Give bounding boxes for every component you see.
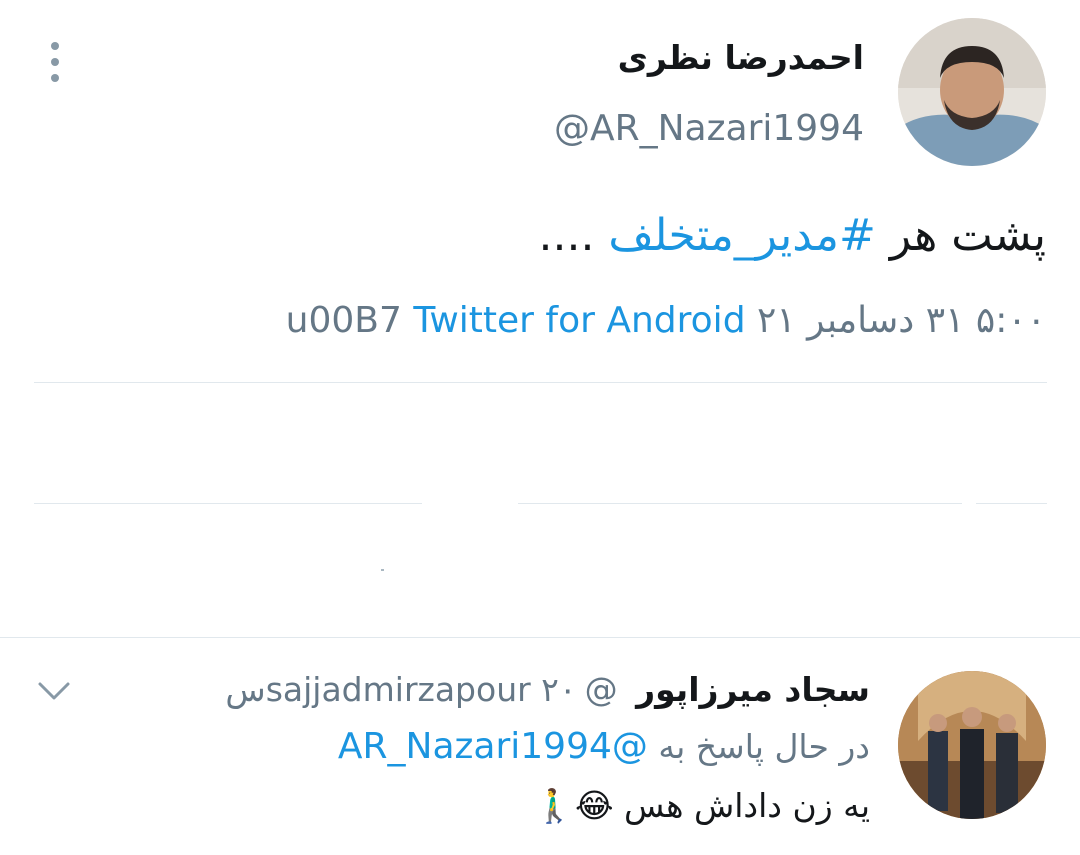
avatar-image (898, 671, 1046, 819)
tweet-meta: ۵:۰۰ ۳۱ دسامبر ۲۱ u00B7 Twitter for Andr… (286, 300, 1046, 341)
more-vertical-icon (51, 42, 59, 50)
dot-mark (381, 569, 384, 571)
tweet-text-suffix: .... (538, 210, 609, 261)
more-options-button[interactable] (40, 40, 70, 84)
replying-to-line: در حال پاسخ به @AR_Nazari1994 (338, 726, 870, 767)
reply-author-name[interactable]: سجاد میرزاپور (636, 670, 870, 709)
author-name[interactable]: احمدرضا نظری (618, 38, 864, 77)
reply-text: یه زن داداش هس 😂🚶‍♂️ (533, 786, 870, 825)
divider (34, 503, 422, 504)
author-avatar[interactable] (898, 18, 1046, 166)
replying-to-mention[interactable]: @AR_Nazari1994 (338, 726, 648, 767)
meta-separator: u00B7 (285, 300, 402, 341)
tweet-text-prefix: پشت هر (875, 210, 1046, 261)
reply-header: سجاد میرزاپور @sajjadmirzapour ۲۰س (225, 670, 870, 709)
chevron-down-icon[interactable] (36, 676, 72, 706)
reply-avatar[interactable] (898, 671, 1046, 819)
replying-to-label: در حال پاسخ به (658, 727, 870, 766)
hashtag-link[interactable]: #مدیر_متخلف (608, 210, 875, 261)
author-handle[interactable]: @AR_Nazari1994 (554, 108, 864, 149)
divider (34, 382, 1047, 383)
divider (518, 503, 962, 504)
divider (976, 503, 1047, 504)
tweet-source-link[interactable]: Twitter for Android (413, 300, 745, 341)
tweet-text: پشت هر #مدیر_متخلف .... (538, 210, 1046, 261)
avatar-image (898, 18, 1046, 166)
tweet-timestamp: ۵:۰۰ ۳۱ دسامبر ۲۱ (757, 300, 1046, 341)
divider (0, 637, 1080, 638)
